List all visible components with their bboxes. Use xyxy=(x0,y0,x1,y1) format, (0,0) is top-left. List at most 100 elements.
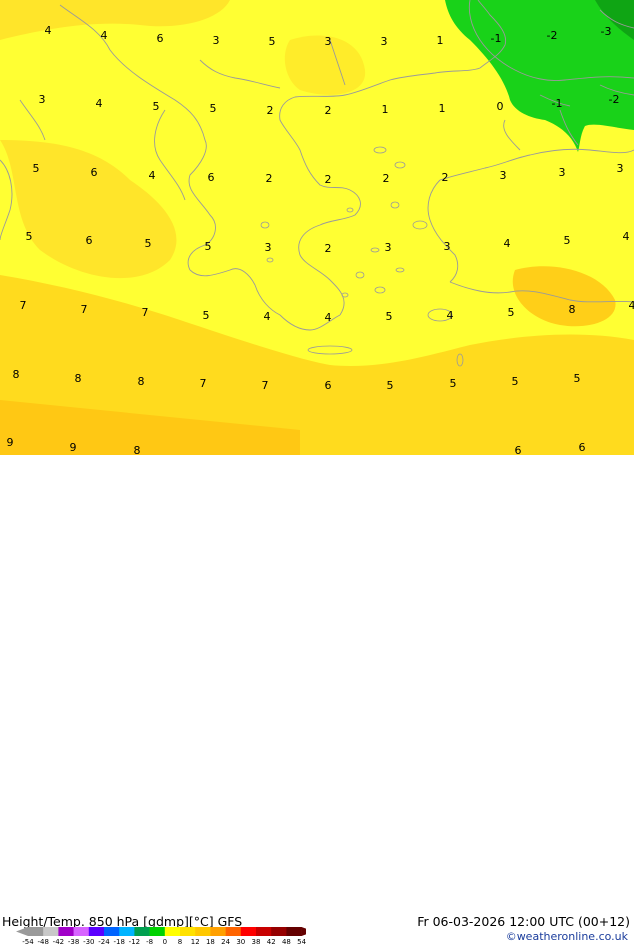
temperature-label: 3 xyxy=(500,169,507,182)
temperature-label: 4 xyxy=(504,237,511,250)
temperature-label: 6 xyxy=(91,166,98,179)
temperature-label: 4 xyxy=(629,299,634,312)
temperature-label: 9 xyxy=(70,441,77,454)
scale-tick-label: -38 xyxy=(68,938,79,945)
scale-swatch xyxy=(195,927,211,936)
weather-map-view: 44635331-1-2-3345522110-1-25646222233356… xyxy=(0,0,634,490)
temperature-label: 8 xyxy=(569,303,576,316)
temperature-label: 8 xyxy=(75,372,82,385)
temperature-label: 4 xyxy=(149,169,156,182)
scale-tick-label: 54 xyxy=(297,938,306,945)
temperature-label: 5 xyxy=(205,240,212,253)
temperature-label: 3 xyxy=(213,34,220,47)
scale-tick-label: -42 xyxy=(53,938,64,945)
scale-tick-label: 38 xyxy=(252,938,261,945)
temperature-label: 3 xyxy=(325,35,332,48)
scale-tick-label: -48 xyxy=(37,938,48,945)
temperature-label: 5 xyxy=(145,237,152,250)
color-scale-legend: -54-48-42-38-30-24-18-12-808121824303842… xyxy=(16,927,306,945)
temperature-label: 5 xyxy=(153,100,160,113)
scale-tick-label: 0 xyxy=(163,938,167,945)
scale-swatch xyxy=(104,927,120,936)
temperature-label: 8 xyxy=(138,375,145,388)
scale-tick-label: -12 xyxy=(129,938,140,945)
temperature-label: 6 xyxy=(86,234,93,247)
color-scale-bar xyxy=(16,927,306,936)
scale-tick-label: -54 xyxy=(22,938,34,945)
scale-swatch xyxy=(226,927,242,936)
temperature-label: 4 xyxy=(325,311,332,324)
scale-swatch xyxy=(180,927,196,936)
scale-tick-label: 8 xyxy=(178,938,182,945)
temperature-map: 44635331-1-2-3345522110-1-25646222233356… xyxy=(0,0,634,455)
scale-tick-label: -30 xyxy=(83,938,94,945)
temperature-label: 4 xyxy=(264,310,271,323)
temperature-label: 5 xyxy=(33,162,40,175)
scale-tick-label: 42 xyxy=(267,938,276,945)
temperature-label: 6 xyxy=(579,441,586,454)
temperature-label: 3 xyxy=(39,93,46,106)
temperature-label: 6 xyxy=(515,444,522,455)
scale-tick-label: -24 xyxy=(98,938,110,945)
temperature-label: 5 xyxy=(564,234,571,247)
temperature-label: 5 xyxy=(269,35,276,48)
temperature-label: 2 xyxy=(325,104,332,117)
scale-swatch xyxy=(89,927,105,936)
scale-swatch xyxy=(134,927,150,936)
temperature-label: 8 xyxy=(13,368,20,381)
temperature-label: 3 xyxy=(385,241,392,254)
temperature-label: 5 xyxy=(210,102,217,115)
scale-swatch xyxy=(210,927,226,936)
temperature-label: 6 xyxy=(325,379,332,392)
temperature-label: 2 xyxy=(442,171,449,184)
temperature-label: 3 xyxy=(265,241,272,254)
temperature-label: 7 xyxy=(81,303,88,316)
temperature-label: 2 xyxy=(325,173,332,186)
temperature-label: 4 xyxy=(623,230,630,243)
temperature-label: 5 xyxy=(450,377,457,390)
scale-arrow-left xyxy=(16,927,28,936)
temperature-label: -2 xyxy=(609,93,620,106)
temperature-label: 5 xyxy=(203,309,210,322)
scale-swatch xyxy=(28,927,44,936)
footer-bar: Height/Temp. 850 hPa [gdmp][°C] GFS Fr 0… xyxy=(0,455,634,490)
scale-tick-label: 48 xyxy=(282,938,291,945)
scale-tick-label: 30 xyxy=(236,938,245,945)
temperature-label: 1 xyxy=(382,103,389,116)
temperature-label: 1 xyxy=(437,34,444,47)
scale-swatch xyxy=(58,927,74,936)
temperature-label: 5 xyxy=(386,310,393,323)
temperature-label: 7 xyxy=(142,306,149,319)
temperature-label: 5 xyxy=(512,375,519,388)
temperature-label: 8 xyxy=(134,444,141,455)
temperature-label: 4 xyxy=(96,97,103,110)
scale-tick-label: 24 xyxy=(221,938,230,945)
scale-tick-label: 18 xyxy=(206,938,215,945)
scale-swatch xyxy=(119,927,135,936)
temperature-label: 9 xyxy=(7,436,14,449)
temperature-label: 5 xyxy=(508,306,515,319)
scale-swatch xyxy=(150,927,166,936)
scale-tick-label: 12 xyxy=(191,938,200,945)
temperature-label: 2 xyxy=(266,172,273,185)
credit-link[interactable]: ©weatheronline.co.uk xyxy=(506,930,628,943)
temperature-label: 4 xyxy=(447,309,454,322)
temperature-label: -1 xyxy=(491,32,502,45)
valid-time: Fr 06-03-2026 12:00 UTC (00+12) xyxy=(417,914,630,929)
scale-swatch xyxy=(271,927,287,936)
scale-swatch xyxy=(43,927,59,936)
scale-arrow-right xyxy=(302,927,306,936)
temperature-label: 3 xyxy=(444,240,451,253)
temperature-label: 5 xyxy=(387,379,394,392)
temperature-label: 6 xyxy=(208,171,215,184)
temperature-label: 7 xyxy=(20,299,27,312)
scale-tick-label: -8 xyxy=(146,938,153,945)
temperature-label: -2 xyxy=(547,29,558,42)
temperature-label: 6 xyxy=(157,32,164,45)
temperature-label: 3 xyxy=(381,35,388,48)
temperature-label: 7 xyxy=(200,377,207,390)
temperature-label: 5 xyxy=(574,372,581,385)
temperature-label: 4 xyxy=(45,24,52,37)
scale-swatch xyxy=(256,927,272,936)
temperature-label: 2 xyxy=(383,172,390,185)
